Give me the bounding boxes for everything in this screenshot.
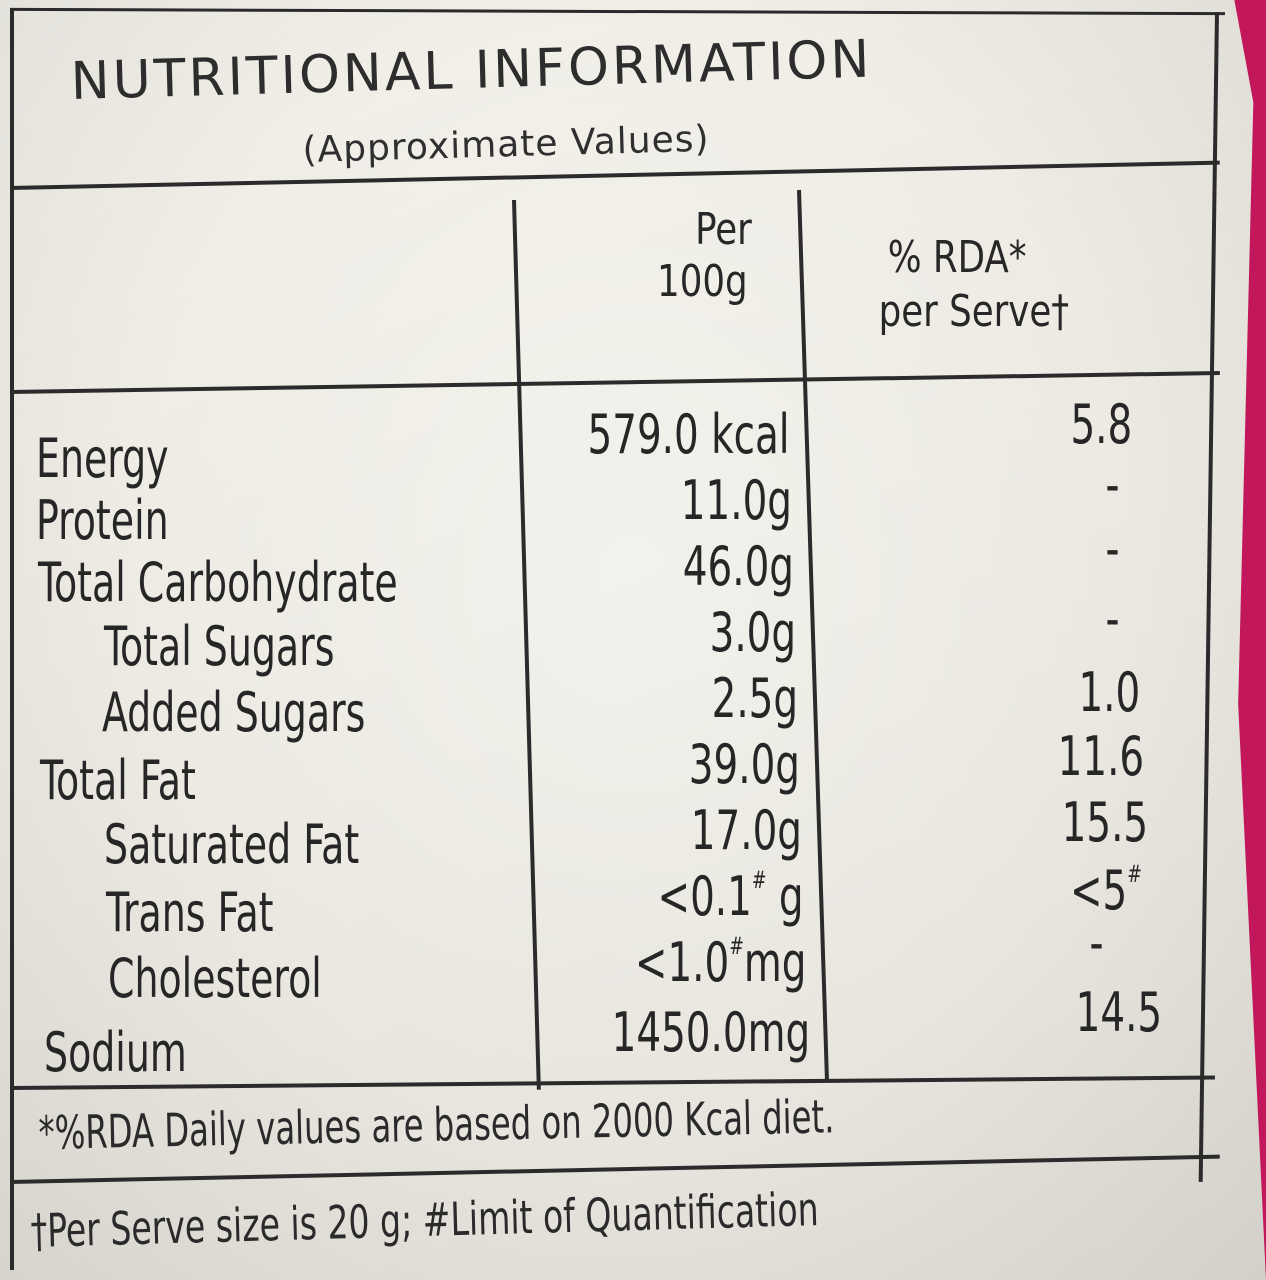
row-rda-cholesterol: - xyxy=(1089,911,1104,974)
footnote-serve: †Per Serve size is 20 g; #Limit of Quant… xyxy=(29,1181,820,1258)
cholesterol-value-main: <1.0 xyxy=(634,931,729,994)
col-header-100g: 100g xyxy=(657,256,748,307)
trans-fat-value-main: <0.1 xyxy=(657,865,753,928)
row-name-protein: Protein xyxy=(36,489,169,552)
row-rda-added-sugars: 1.0 xyxy=(1078,661,1140,724)
row-name-energy: Energy xyxy=(36,427,169,490)
row-name-sodium: Sodium xyxy=(44,1021,187,1084)
cholesterol-value-mark: # xyxy=(728,930,744,960)
row-name-total-carbohydrate: Total Carbohydrate xyxy=(38,551,398,614)
row-rda-sodium: 14.5 xyxy=(1075,981,1162,1044)
rule-under-title xyxy=(9,160,1220,190)
trans-fat-rda-mark: # xyxy=(1127,858,1142,888)
frame-left xyxy=(10,10,14,1270)
row-rda-protein: - xyxy=(1105,453,1120,516)
trans-fat-value-unit: g xyxy=(766,865,804,928)
row-value-total-fat: 39.0g xyxy=(688,733,800,796)
row-name-total-sugars: Total Sugars xyxy=(104,615,335,678)
row-rda-energy: 5.8 xyxy=(1070,393,1132,456)
row-name-added-sugars: Added Sugars xyxy=(102,681,366,744)
row-rda-trans-fat: <5# xyxy=(1070,861,1142,918)
label-subtitle: (Approximate Values) xyxy=(302,118,711,171)
row-value-saturated-fat: 17.0g xyxy=(690,799,802,862)
row-value-energy: 579.0 kcal xyxy=(587,403,790,466)
row-value-trans-fat: <0.1# g xyxy=(658,867,804,924)
col-header-per-serve: per Serve† xyxy=(878,286,1070,337)
row-value-total-carbohydrate: 46.0g xyxy=(682,535,794,598)
col-header-rda: % RDA* xyxy=(887,232,1027,283)
nutrition-label: NUTRITIONAL INFORMATION (Approximate Val… xyxy=(0,0,1266,1280)
col-header-per: Per xyxy=(695,204,752,255)
footnote-rda: *%RDA Daily values are based on 2000 Kca… xyxy=(37,1089,835,1160)
label-title: NUTRITIONAL INFORMATION xyxy=(70,29,874,112)
divider-name-value xyxy=(512,199,541,1090)
row-name-total-fat: Total Fat xyxy=(40,749,196,812)
row-rda-saturated-fat: 15.5 xyxy=(1061,791,1148,854)
cholesterol-value-unit: mg xyxy=(743,931,806,994)
row-rda-total-fat: 11.6 xyxy=(1057,725,1144,788)
row-value-protein: 11.0g xyxy=(680,469,792,532)
trans-fat-value-mark: # xyxy=(752,864,767,894)
row-name-saturated-fat: Saturated Fat xyxy=(104,813,360,876)
row-name-trans-fat: Trans Fat xyxy=(106,881,274,944)
row-rda-total-sugars: - xyxy=(1105,587,1120,650)
row-rda-total-carbohydrate: - xyxy=(1105,517,1120,580)
row-value-cholesterol: <1.0#mg xyxy=(634,933,806,990)
row-name-cholesterol: Cholesterol xyxy=(108,947,322,1010)
row-value-sodium: 1450.0mg xyxy=(611,1001,811,1064)
rule-under-table xyxy=(9,1075,1215,1090)
frame-top xyxy=(9,7,1226,16)
rule-under-header xyxy=(9,370,1220,394)
row-value-total-sugars: 3.0g xyxy=(709,601,796,664)
frame-right xyxy=(1198,11,1219,1182)
rule-between-footnotes xyxy=(9,1154,1220,1184)
row-value-added-sugars: 2.5g xyxy=(711,667,798,730)
